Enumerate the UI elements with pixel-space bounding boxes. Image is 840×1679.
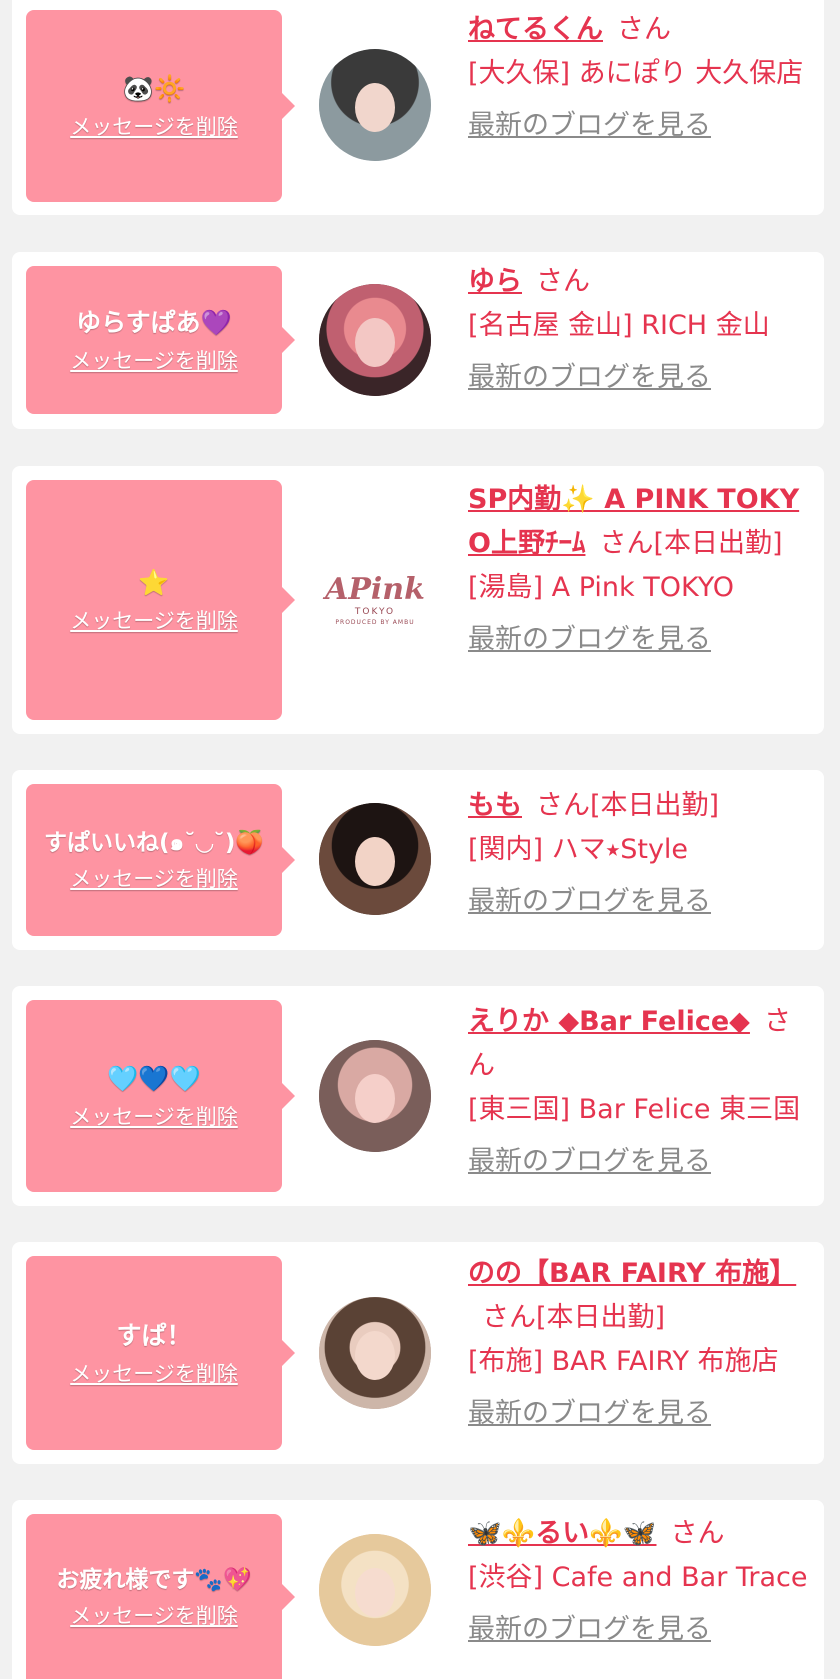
honorific: さん bbox=[482, 1302, 536, 1333]
name-line: ねてるくん さん bbox=[468, 8, 813, 52]
honorific: さん bbox=[599, 528, 654, 559]
logo-credit: PRODUCED BY AMBU bbox=[335, 618, 415, 626]
name-line: SP内勤✨ A PINK TOKYO上野ﾁｰﾑ さん[本日出勤] bbox=[468, 478, 813, 566]
shop-logo[interactable]: APink TOKYO PRODUCED BY AMBU bbox=[319, 544, 431, 656]
cast-info: SP内勤✨ A PINK TOKYO上野ﾁｰﾑ さん[本日出勤] [湯島] A P… bbox=[468, 478, 813, 662]
shop-name: [東三国] Bar Felice 東三国 bbox=[468, 1094, 801, 1125]
delete-message-link[interactable]: メッセージを削除 bbox=[70, 112, 238, 142]
status-badge: [本日出勤] bbox=[536, 1302, 666, 1333]
status-badge: [本日出勤] bbox=[590, 790, 720, 821]
cast-info: ねてるくん さん [大久保] あにぽり 大久保店 最新のブログを見る bbox=[468, 8, 813, 148]
delete-message-link[interactable]: メッセージを削除 bbox=[70, 1601, 238, 1631]
shop-name: [湯島] A Pink TOKYO bbox=[468, 572, 734, 603]
latest-blog-link[interactable]: 最新のブログを見る bbox=[468, 618, 813, 662]
logo-subtitle: TOKYO bbox=[354, 606, 396, 617]
message-list: 🐼🔆 メッセージを削除 ねてるくん さん [大久保] あにぽり 大久保店 最新のブ… bbox=[0, 0, 840, 1679]
latest-blog-link[interactable]: 最新のブログを見る bbox=[468, 356, 813, 400]
status-badge: [本日出勤] bbox=[653, 528, 783, 559]
list-item: 🩵💙🩵 メッセージを削除 えりか ◆Bar Felice◆ さん [東三国] Ba… bbox=[12, 986, 824, 1206]
cast-name-link[interactable]: ねてるくん bbox=[468, 14, 603, 45]
delete-message-link[interactable]: メッセージを削除 bbox=[70, 606, 238, 636]
avatar-face bbox=[354, 317, 396, 367]
message-bubble: すぱ！ メッセージを削除 bbox=[26, 1256, 295, 1450]
list-item: 🐼🔆 メッセージを削除 ねてるくん さん [大久保] あにぽり 大久保店 最新のブ… bbox=[12, 0, 824, 215]
latest-blog-link[interactable]: 最新のブログを見る bbox=[468, 1140, 813, 1184]
latest-blog-link[interactable]: 最新のブログを見る bbox=[468, 104, 813, 148]
honorific: さん bbox=[670, 1518, 725, 1549]
list-item: ⭐ メッセージを削除 APink TOKYO PRODUCED BY AMBU … bbox=[12, 466, 824, 734]
delete-message-link[interactable]: メッセージを削除 bbox=[70, 1359, 238, 1389]
message-bubble: ⭐ メッセージを削除 bbox=[26, 480, 295, 720]
avatar-face bbox=[354, 1330, 396, 1380]
message-text: お疲れ様です🐾💖 bbox=[56, 1566, 252, 1593]
avatar[interactable] bbox=[319, 1297, 431, 1409]
message-bubble: ゆらすぱあ💜 メッセージを削除 bbox=[26, 266, 295, 414]
message-bubble: お疲れ様です🐾💖 メッセージを削除 bbox=[26, 1514, 295, 1679]
latest-blog-link[interactable]: 最新のブログを見る bbox=[468, 1392, 813, 1436]
shop-name: [大久保] あにぽり 大久保店 bbox=[468, 58, 804, 89]
cast-info: のの【BAR FAIRY 布施】さん[本日出勤] [布施] BAR FAIRY … bbox=[468, 1252, 813, 1436]
cast-name-link[interactable]: のの【BAR FAIRY 布施】 bbox=[468, 1258, 796, 1289]
shop-name: [名古屋 金山] RICH 金山 bbox=[468, 310, 770, 341]
name-line: のの【BAR FAIRY 布施】さん[本日出勤] bbox=[468, 1252, 813, 1340]
avatar-face bbox=[354, 1073, 396, 1123]
avatar-face bbox=[354, 82, 396, 132]
cast-name-link[interactable]: ゆら bbox=[468, 266, 522, 297]
list-item: お疲れ様です🐾💖 メッセージを削除 🦋⚜️るい⚜️🦋 さん [渋谷] Cafe a… bbox=[12, 1500, 824, 1679]
name-line: 🦋⚜️るい⚜️🦋 さん bbox=[468, 1512, 813, 1556]
logo-wordmark: APink bbox=[325, 571, 425, 607]
name-line: えりか ◆Bar Felice◆ さん bbox=[468, 1000, 813, 1088]
avatar[interactable] bbox=[319, 1534, 431, 1646]
cast-info: 🦋⚜️るい⚜️🦋 さん [渋谷] Cafe and Bar Trace 最新のブロ… bbox=[468, 1512, 813, 1652]
honorific: さん bbox=[536, 266, 590, 297]
message-text: ⭐ bbox=[138, 568, 170, 597]
cast-info: ゆら さん [名古屋 金山] RICH 金山 最新のブログを見る bbox=[468, 260, 813, 400]
shop-name: [関内] ハマ⭑Style bbox=[468, 834, 689, 865]
message-text: ゆらすぱあ💜 bbox=[76, 308, 232, 337]
name-line: もも さん[本日出勤] bbox=[468, 784, 813, 828]
name-line: ゆら さん bbox=[468, 260, 813, 304]
avatar[interactable] bbox=[319, 803, 431, 915]
cast-info: えりか ◆Bar Felice◆ さん [東三国] Bar Felice 東三国 … bbox=[468, 1000, 813, 1184]
shop-name: [渋谷] Cafe and Bar Trace bbox=[468, 1562, 808, 1593]
honorific: さん bbox=[536, 790, 590, 821]
avatar-face bbox=[354, 1567, 396, 1617]
shop-name: [布施] BAR FAIRY 布施店 bbox=[468, 1346, 779, 1377]
cast-name-link[interactable]: 🦋⚜️るい⚜️🦋 bbox=[468, 1518, 656, 1549]
avatar[interactable] bbox=[319, 284, 431, 396]
message-text: すぱいいね(๑˘◡˘)🍑 bbox=[44, 830, 264, 856]
list-item: すぱいいね(๑˘◡˘)🍑 メッセージを削除 もも さん[本日出勤] [関内] ハマ… bbox=[12, 770, 824, 950]
avatar[interactable] bbox=[319, 49, 431, 161]
list-item: すぱ！ メッセージを削除 のの【BAR FAIRY 布施】さん[本日出勤] [布… bbox=[12, 1242, 824, 1464]
message-text: 🩵💙🩵 bbox=[107, 1064, 201, 1093]
list-item: ゆらすぱあ💜 メッセージを削除 ゆら さん [名古屋 金山] RICH 金山 最新… bbox=[12, 252, 824, 429]
delete-message-link[interactable]: メッセージを削除 bbox=[70, 346, 238, 376]
latest-blog-link[interactable]: 最新のブログを見る bbox=[468, 880, 813, 924]
honorific: さん bbox=[617, 14, 671, 45]
message-bubble: すぱいいね(๑˘◡˘)🍑 メッセージを削除 bbox=[26, 784, 295, 936]
message-bubble: 🩵💙🩵 メッセージを削除 bbox=[26, 1000, 295, 1192]
cast-name-link[interactable]: えりか ◆Bar Felice◆ bbox=[468, 1006, 750, 1037]
cast-info: もも さん[本日出勤] [関内] ハマ⭑Style 最新のブログを見る bbox=[468, 784, 813, 924]
delete-message-link[interactable]: メッセージを削除 bbox=[70, 864, 238, 894]
delete-message-link[interactable]: メッセージを削除 bbox=[70, 1102, 238, 1132]
avatar[interactable] bbox=[319, 1040, 431, 1152]
message-text: すぱ！ bbox=[116, 1321, 192, 1350]
message-bubble: 🐼🔆 メッセージを削除 bbox=[26, 10, 295, 202]
message-text: 🐼🔆 bbox=[122, 74, 186, 103]
cast-name-link[interactable]: もも bbox=[468, 790, 522, 821]
latest-blog-link[interactable]: 最新のブログを見る bbox=[468, 1608, 813, 1652]
avatar-face bbox=[354, 836, 396, 886]
